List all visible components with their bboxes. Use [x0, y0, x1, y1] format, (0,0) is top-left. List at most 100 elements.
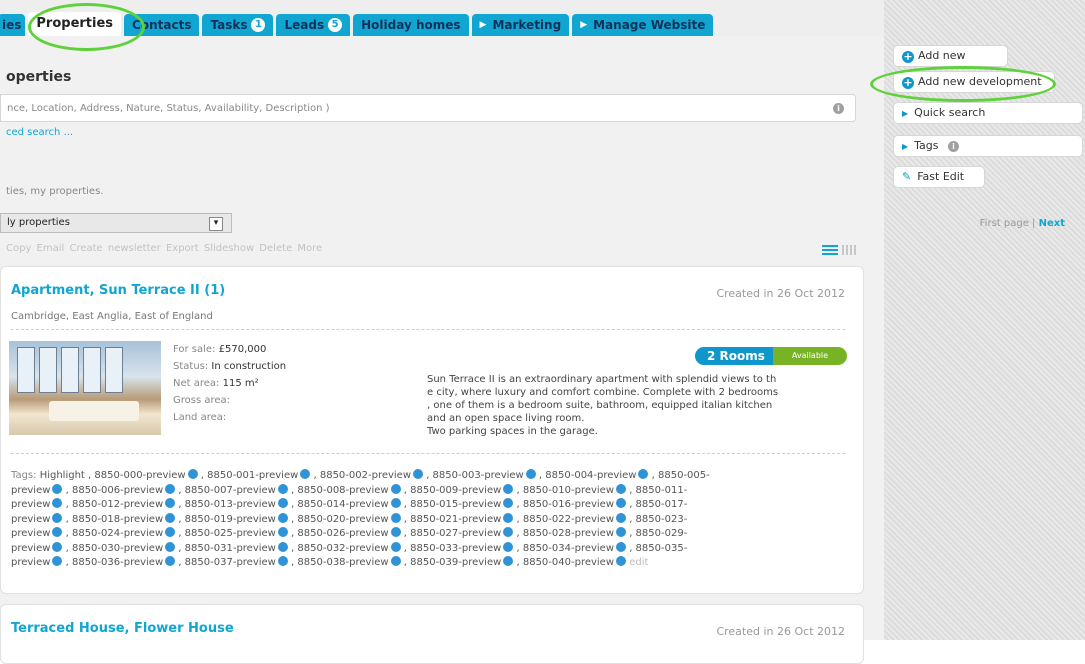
tab-holiday-homes[interactable]: Holiday homes [353, 14, 469, 36]
tag-item[interactable]: , 8850-012-preview [66, 499, 164, 510]
tag-item[interactable]: , 8850-019-preview [178, 514, 276, 525]
view-select[interactable]: ly properties ▾ [0, 213, 232, 233]
tag-item[interactable]: preview [11, 485, 50, 496]
tag-item[interactable]: Highlight , [40, 470, 92, 481]
tag-item[interactable]: , 8850-025-preview [178, 528, 276, 539]
tag-item[interactable]: , 8850-014-preview [291, 499, 389, 510]
tab-properties[interactable]: Properties [28, 12, 122, 36]
tag-item[interactable]: , 8850-011- [629, 485, 687, 496]
plus-icon: + [902, 50, 914, 63]
globe-icon [390, 541, 401, 552]
globe-icon [165, 556, 176, 566]
plus-icon: + [902, 76, 914, 89]
tag-item[interactable]: , 8850-016-preview [516, 499, 614, 510]
quick-search-toggle[interactable]: ▶ Quick search [893, 102, 1083, 124]
tag-item[interactable]: , 8850-034-preview [516, 543, 614, 554]
add-property-button[interactable]: +Add new property [893, 45, 1008, 82]
tag-item[interactable]: preview [11, 543, 50, 554]
tag-item[interactable]: , 8850-021-preview [404, 514, 502, 525]
globe-icon [616, 556, 627, 566]
globe-icon [390, 527, 401, 537]
tag-item[interactable]: , 8850-035- [629, 543, 687, 554]
globe-icon [390, 556, 401, 566]
chevron-down-icon[interactable]: ▾ [209, 217, 223, 231]
search-box: i [0, 94, 856, 122]
tag-item[interactable]: , 8850-030-preview [66, 543, 164, 554]
tag-item[interactable]: , 8850-040-preview [516, 557, 614, 568]
globe-icon [165, 541, 176, 552]
tag-item[interactable]: , 8850-027-preview [404, 528, 502, 539]
property-photo[interactable] [9, 341, 161, 435]
globe-icon [503, 556, 514, 566]
globe-icon [503, 483, 514, 494]
tag-item[interactable]: preview [11, 499, 50, 510]
tab-leads[interactable]: Leads 5 [276, 14, 351, 36]
tag-item[interactable]: , 8850-013-preview [178, 499, 276, 510]
fact-gross-area: Gross area: [173, 392, 286, 409]
next-page-link[interactable]: Next [1039, 218, 1065, 229]
tag-item[interactable]: , 8850-006-preview [66, 485, 164, 496]
tag-item[interactable]: , 8850-010-preview [516, 485, 614, 496]
tag-item[interactable]: , 8850-020-preview [291, 514, 389, 525]
tags-toggle[interactable]: ▶ Tags i [893, 135, 1083, 157]
tag-item[interactable]: , 8850-001-preview [201, 470, 299, 481]
tag-item[interactable]: , 8850-037-preview [178, 557, 276, 568]
tag-item[interactable]: , 8850-005- [652, 470, 710, 481]
tag-item[interactable]: , 8850-002-preview [313, 470, 411, 481]
chevron-right-icon: ▶ [580, 20, 588, 30]
tag-item[interactable]: , 8850-009-preview [404, 485, 502, 496]
button-label: Tags [914, 139, 939, 152]
tag-item[interactable]: , 8850-007-preview [178, 485, 276, 496]
tag-item[interactable]: , 8850-024-preview [66, 528, 164, 539]
add-development-button[interactable]: + Add new development [893, 71, 1055, 93]
tag-item[interactable]: , 8850-039-preview [404, 557, 502, 568]
triangle-right-icon: ▶ [902, 109, 909, 118]
tag-item[interactable]: , 8850-023- [629, 514, 687, 525]
search-input[interactable] [1, 95, 813, 121]
filter-description: ties, my properties. [6, 186, 104, 197]
chevron-right-icon: ▶ [479, 20, 487, 30]
advanced-search-link[interactable]: ced search ... [6, 127, 73, 138]
tag-item[interactable]: , 8850-003-preview [426, 470, 524, 481]
tag-item[interactable]: , 8850-018-preview [66, 514, 164, 525]
tag-item[interactable]: , 8850-004-preview [539, 470, 637, 481]
tag-item[interactable]: , 8850-038-preview [291, 557, 389, 568]
tag-item[interactable]: , 8850-033-preview [404, 543, 502, 554]
tab-marketing[interactable]: ▶ Marketing [471, 14, 570, 36]
tag-item[interactable]: , 8850-008-preview [291, 485, 389, 496]
globe-icon [52, 527, 63, 537]
tag-item[interactable]: , 8850-028-preview [516, 528, 614, 539]
tag-item[interactable]: , 8850-015-preview [404, 499, 502, 510]
tag-item[interactable]: , 8850-026-preview [291, 528, 389, 539]
property-title-link[interactable]: Apartment, Sun Terrace II (1) [11, 283, 225, 298]
tag-item[interactable]: , 8850-032-preview [291, 543, 389, 554]
property-title-link[interactable]: Terraced House, Flower House [11, 621, 234, 636]
grid-view-icon[interactable] [842, 245, 856, 255]
info-icon[interactable]: i [833, 103, 844, 114]
tag-item[interactable]: , 8850-017- [629, 499, 687, 510]
tag-item[interactable]: preview [11, 528, 50, 539]
globe-icon [503, 498, 514, 508]
photo-window [17, 347, 35, 393]
tab-contacts[interactable]: Contacts [124, 14, 200, 36]
info-icon[interactable]: i [948, 141, 959, 152]
tag-item[interactable]: , 8850-022-preview [516, 514, 614, 525]
tag-item[interactable]: , 8850-029- [629, 528, 687, 539]
edit-tags-link[interactable]: edit [629, 557, 648, 568]
list-view-icon[interactable] [822, 245, 838, 255]
tab-tasks[interactable]: Tasks 1 [202, 14, 274, 36]
tag-item[interactable]: preview [11, 557, 50, 568]
tag-item[interactable]: , 8850-036-preview [66, 557, 164, 568]
tag-item[interactable]: preview [11, 514, 50, 525]
fast-edit-button[interactable]: ✎ Fast Edit [893, 166, 985, 188]
tab-manage-website[interactable]: ▶ Manage Website [572, 14, 714, 36]
globe-icon [503, 541, 514, 552]
tab-partial[interactable]: ies [0, 14, 26, 36]
globe-icon [277, 527, 288, 537]
bulk-actions[interactable]: Copy Email Create newsletter Export Slid… [6, 243, 322, 254]
tag-item[interactable]: 8850-000-preview [94, 470, 185, 481]
fact-label: Gross area: [173, 395, 231, 406]
globe-icon [616, 512, 627, 523]
first-page-link[interactable]: First page [980, 218, 1029, 229]
tag-item[interactable]: , 8850-031-preview [178, 543, 276, 554]
